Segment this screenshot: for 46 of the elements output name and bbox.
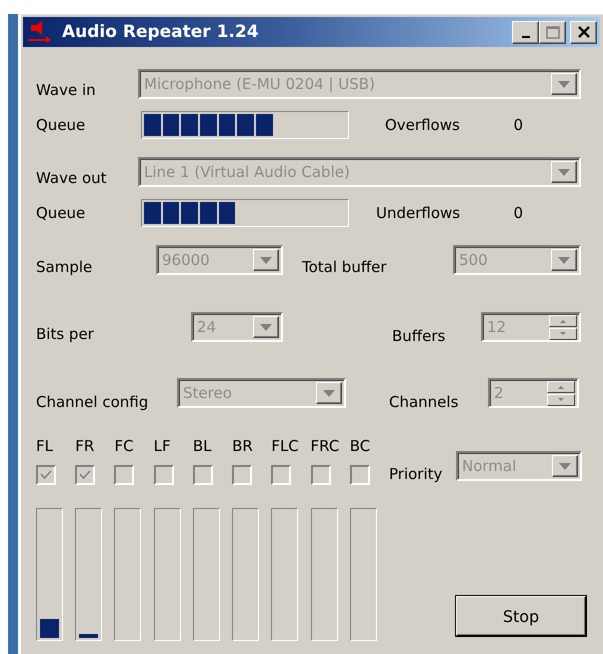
channel-label: BC bbox=[350, 437, 372, 457]
spin-arrows-icon bbox=[549, 314, 577, 340]
counter-label: Underflows bbox=[376, 204, 460, 222]
checkmark-icon bbox=[79, 470, 92, 480]
channel-label: FLC bbox=[271, 437, 300, 457]
field-label: Bits per bbox=[36, 325, 95, 343]
field-label: Buffers bbox=[392, 327, 446, 345]
channel-checkbox[interactable] bbox=[310, 465, 331, 485]
field-label: Queue bbox=[36, 116, 86, 134]
channel-checkbox[interactable] bbox=[232, 465, 252, 485]
checkmark-icon bbox=[40, 470, 52, 480]
minimize-icon bbox=[522, 36, 530, 38]
field-label: Channel config bbox=[36, 393, 150, 411]
counter-value: 0 bbox=[513, 204, 523, 222]
spin-arrows-icon bbox=[547, 380, 575, 406]
counter-label: Overflows bbox=[385, 116, 460, 134]
maximize-button[interactable] bbox=[539, 20, 566, 44]
channel-checkbox[interactable] bbox=[350, 465, 370, 485]
field-label: Queue bbox=[36, 204, 86, 222]
field-label: Sample bbox=[36, 258, 94, 276]
channel-checkbox[interactable] bbox=[114, 465, 134, 485]
channel-checkbox[interactable] bbox=[75, 465, 96, 485]
channel-label: BR bbox=[232, 437, 254, 457]
channel-label: FR bbox=[75, 437, 96, 457]
counter-value: 0 bbox=[513, 116, 523, 134]
minimize-button[interactable] bbox=[512, 20, 539, 44]
speaker-arrow-icon bbox=[26, 21, 52, 43]
channel-checkbox[interactable] bbox=[271, 465, 292, 485]
close-icon bbox=[578, 26, 590, 38]
channel-label: FC bbox=[114, 437, 135, 457]
channel-label: LF bbox=[154, 437, 172, 457]
channel-label: BL bbox=[192, 437, 213, 457]
channel-label: FL bbox=[36, 437, 54, 457]
channel-checkbox[interactable] bbox=[36, 465, 56, 485]
close-button[interactable] bbox=[570, 20, 597, 44]
field-label: Wave in bbox=[36, 81, 97, 99]
channel-label: FRC bbox=[310, 437, 340, 457]
stop-button[interactable]: Stop bbox=[456, 596, 586, 636]
field-label: Wave out bbox=[36, 169, 108, 187]
field-label: Channels bbox=[389, 393, 460, 411]
field-label: Total buffer bbox=[302, 258, 388, 276]
maximize-icon bbox=[546, 26, 560, 38]
field-label: Priority bbox=[389, 465, 444, 483]
channel-checkbox[interactable] bbox=[192, 465, 213, 485]
window-title: Audio Repeater 1.24 bbox=[62, 22, 260, 42]
channel-checkbox[interactable] bbox=[154, 465, 174, 485]
